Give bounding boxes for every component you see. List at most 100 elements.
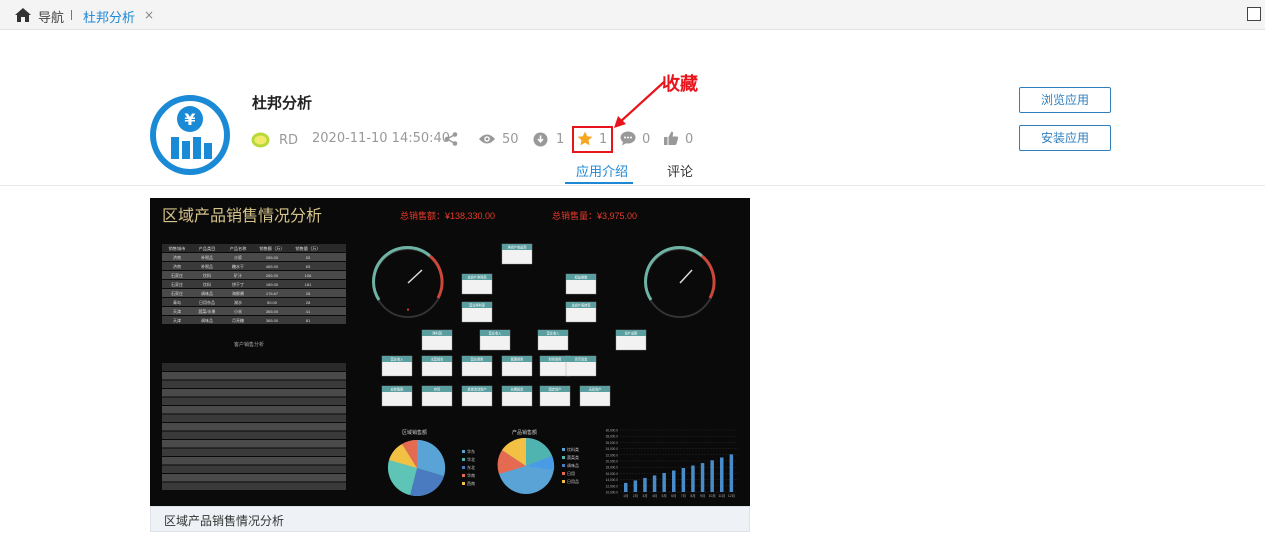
share-icon[interactable] [444, 132, 458, 146]
table-header-cell: 销售额（万） [259, 245, 284, 252]
publish-datetime: 2020-11-10 14:50:40 [312, 131, 451, 146]
bar [662, 472, 666, 492]
tabs-divider [0, 185, 1265, 186]
install-app-button[interactable]: 安装应用 [1019, 125, 1111, 151]
table-cell: 265.00 [266, 273, 279, 278]
nav-label[interactable]: 导航 [38, 7, 64, 26]
tree-node-label: 营业净利率 [469, 303, 486, 308]
product-pie-legend: 饮料类蔬菜类调味品日用日用品 [562, 446, 579, 484]
tree-node-label: 管理费用 [511, 357, 524, 362]
app-logo: ¥ [150, 95, 230, 175]
tab-app-intro[interactable]: 应用介绍 [576, 161, 628, 180]
tree-node-label: 营业收入 [391, 357, 405, 362]
table-cell: 沙浆 [234, 254, 242, 260]
legend-swatch [562, 448, 565, 451]
tree-node-label: 营业费用 [471, 357, 484, 362]
download-icon[interactable] [533, 132, 548, 147]
table-cell: 小米 [234, 308, 242, 314]
legend-swatch [562, 472, 565, 475]
x-tick-label: 9月 [700, 494, 705, 498]
tree-node-label: 营业收入 [489, 331, 503, 336]
x-tick-label: 10月 [709, 494, 716, 498]
y-tick-label: 26,000.0 [606, 441, 619, 445]
table-row [162, 372, 346, 380]
tree-node-label: 存货 [434, 387, 440, 392]
maximize-button[interactable] [1247, 7, 1261, 21]
dashboard-title: 区域产品销售情况分析 [162, 207, 322, 225]
table-cell: 调味品 [201, 290, 213, 296]
bar [681, 468, 686, 492]
y-tick-label: 24,000.0 [606, 447, 619, 451]
y-tick-label: 18,000.0 [606, 466, 619, 470]
table-cell: 石家庄 [171, 281, 183, 287]
table-cell: 41 [306, 309, 311, 314]
table-cell: 济南 [173, 263, 181, 269]
top-nav-bar: 导航 杜邦分析 × [0, 0, 1265, 30]
table-cell: 石家庄 [171, 290, 183, 296]
table-cell: 53 [306, 255, 311, 260]
legend-label: 日用品 [567, 479, 579, 484]
tab-dupont[interactable]: 杜邦分析 [83, 7, 135, 26]
tree-node-label: 权益乘数 [575, 275, 589, 280]
table-header-cell: 产品名称 [230, 245, 247, 252]
bar [700, 463, 705, 492]
table-cell: 糖水干 [232, 263, 244, 269]
legend-label: 调味品 [567, 462, 579, 468]
bar [633, 480, 638, 492]
table-cell: 265.00 [266, 255, 279, 260]
author-name: RD [279, 133, 299, 148]
legend-label: 西南 [467, 480, 475, 486]
author-avatar [251, 131, 270, 148]
table-cell: 81 [306, 318, 311, 323]
table-cell: 补税品 [201, 263, 213, 269]
table-cell: 181 [305, 282, 312, 287]
tab-comments[interactable]: 评论 [667, 161, 693, 180]
table-row [162, 431, 346, 439]
close-icon[interactable]: × [144, 8, 154, 22]
legend-swatch [462, 474, 465, 477]
table-cell: 矿汁 [234, 272, 242, 278]
bar [710, 460, 714, 492]
customer-table [162, 363, 346, 490]
table-cell: 28 [306, 300, 311, 305]
table-cell: 189.00 [266, 282, 279, 287]
legend-label: 华南 [467, 472, 475, 478]
legend-swatch [462, 482, 465, 485]
table-row [162, 397, 346, 405]
table-cell: 月亮糖 [232, 317, 244, 323]
table-cell: 海鲜酱 [232, 290, 244, 296]
tree-node-label: 长期投资 [511, 387, 525, 392]
legend-swatch [562, 480, 565, 483]
table-cell: 天津 [173, 308, 181, 314]
downloads-count: 1 [556, 132, 565, 147]
home-icon[interactable] [14, 7, 32, 23]
svg-text:产品销售额: 产品销售额 [512, 429, 537, 436]
x-tick-label: 2月 [633, 494, 638, 498]
table-row [162, 457, 346, 465]
table-row [162, 465, 346, 473]
table-cell: 176.67 [266, 291, 279, 296]
product-pie-chart: 产品销售额 [497, 429, 555, 494]
total-sales-label: 总销售额：¥138,330.00 [400, 210, 495, 221]
sales-table: 销售城市 产品类目 产品名称 销售额（万） 销售量（万）济南 补税品 沙浆 265.00 53济… [162, 244, 346, 324]
tree-node-label: 净资产收益率 [507, 245, 527, 250]
y-tick-label: 28,000.0 [606, 435, 619, 439]
y-tick-label: 10,000.0 [606, 491, 619, 495]
app-preview-image[interactable]: 区域产品销售情况分析 总销售额：¥138,330.00 总销售量：¥3,975.… [150, 198, 750, 506]
x-tick-label: 4月 [652, 494, 657, 498]
nav-divider [71, 10, 72, 20]
legend-swatch [462, 450, 465, 453]
tree-node-label: 主营成本 [431, 357, 445, 362]
table-cell: 湖水 [234, 299, 242, 305]
tree-node-label: 货币资金 [575, 357, 589, 362]
table-cell: 石家庄 [171, 272, 183, 278]
bar [624, 482, 628, 492]
likes-count: 0 [685, 132, 694, 147]
table-cell: 365.00 [266, 318, 279, 323]
table-cell: 补税品 [201, 254, 213, 260]
table-cell: 青岛 [173, 299, 181, 305]
svg-text:¥: ¥ [184, 110, 195, 129]
browse-app-button[interactable]: 浏览应用 [1019, 87, 1111, 113]
annotation-arrow-icon [614, 81, 665, 128]
bar [652, 475, 657, 492]
